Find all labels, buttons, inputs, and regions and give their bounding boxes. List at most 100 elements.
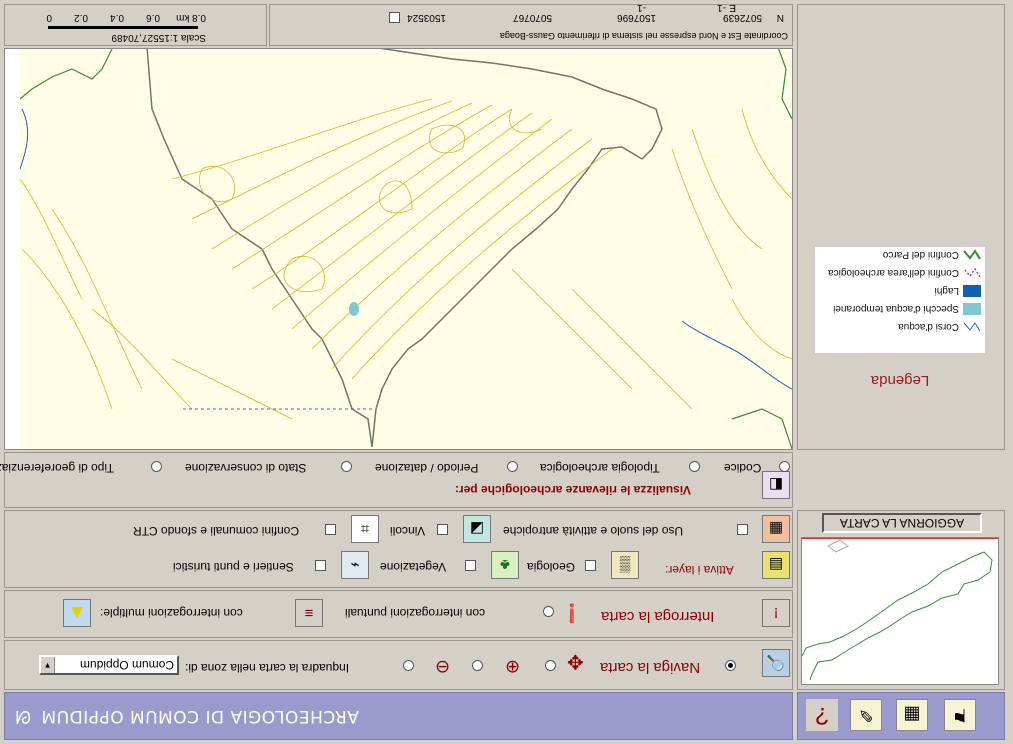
legend-label: Confini del Parco — [882, 249, 959, 261]
land-use-label: Uso del suolo e attività antropiche — [503, 524, 684, 538]
overview-map[interactable] — [801, 537, 999, 685]
option-periodo-radio[interactable] — [507, 461, 518, 472]
constraints-checkbox[interactable] — [437, 524, 448, 535]
option-tipologia-radio[interactable] — [689, 461, 700, 472]
zone-select[interactable]: Comum Oppidum ▼ — [39, 655, 179, 675]
legend-label: Laghi — [934, 285, 959, 297]
legend-label: Corsi d'acqua — [898, 321, 959, 333]
river-symbol-icon — [963, 322, 981, 332]
update-map-button[interactable]: AGGIORNA LA CARTA — [822, 513, 982, 533]
option-codice-label: Codice — [724, 461, 762, 475]
zone-select-value: Comum Oppidum — [79, 658, 174, 672]
navigate-icon: 🔍 — [762, 649, 790, 677]
geology-label: Geologia — [527, 560, 576, 574]
scale-tick-3: 0.6 — [146, 12, 160, 23]
pan-icon: ✥ — [567, 650, 584, 672]
frame-radio[interactable] — [403, 660, 414, 671]
option-periodo-label: Periodo / datazione — [375, 461, 479, 475]
visualize-panel: ◧ Visualizza le rilevanze archeologiche … — [0, 452, 793, 508]
coord-n-value: -1 — [637, 2, 646, 13]
query-icon: ! — [762, 599, 790, 627]
navigate-label: Naviga la carta — [600, 659, 701, 676]
multi-query-icon: ≡ — [295, 599, 323, 627]
multi-query-go-icon[interactable]: ▲ — [63, 599, 91, 627]
frame-label: Inquadra la carta nella zona di: — [185, 661, 350, 675]
land-use-icon: ▦ — [762, 515, 790, 543]
trails-icon: ⌁ — [341, 551, 369, 579]
legend-item: Confini dell'area archeologica — [828, 265, 981, 281]
scale-tick-1: 0.2 — [74, 12, 88, 23]
app-logo-icon: ᘛ — [15, 707, 31, 727]
geology-checkbox[interactable] — [585, 560, 596, 571]
option-georef-radio[interactable] — [151, 461, 162, 472]
coord-e-value: -1 — [717, 2, 726, 13]
measure-icon[interactable]: ✎ — [850, 699, 882, 731]
legend-label: Specchi d'acqua temporanei — [833, 303, 959, 315]
title-bar: ᘛ ARCHEOLOGIA DI COMUM OPPIDUM — [4, 692, 793, 740]
point-query-label: con interrogazioni puntuali — [345, 606, 486, 620]
scale-tick-0: 0 — [46, 12, 52, 23]
legend-title: Legenda — [870, 372, 930, 389]
zoom-in-radio[interactable] — [545, 660, 556, 671]
visualize-icon: ◧ — [762, 471, 790, 499]
archaeo-border-symbol-icon — [963, 267, 981, 278]
lake-symbol-icon — [963, 285, 981, 297]
chevron-down-icon[interactable]: ▼ — [41, 657, 55, 673]
point-query-radio[interactable] — [543, 606, 554, 617]
scale-label: Scala 1:15527,70489 — [111, 32, 206, 43]
coords-caption: Coordinate Est e Nord espresse nel siste… — [499, 31, 788, 41]
boundaries-label: Confini comunali e sfondo CTR — [133, 524, 300, 538]
zoom-out-radio[interactable] — [472, 660, 483, 671]
constraints-label: Vincoli — [390, 524, 426, 538]
constraints-icon: ◪ — [463, 515, 491, 543]
trails-checkbox[interactable] — [315, 560, 326, 571]
option-stato-label: Stato di conservazione — [185, 461, 307, 475]
coord-checkbox[interactable] — [389, 12, 400, 23]
query-title: Interroga la carta — [601, 608, 715, 625]
boundaries-icon: ⌗ — [351, 515, 379, 543]
layers-icon: ▤ — [762, 551, 790, 579]
temp-water-symbol-icon — [963, 303, 981, 315]
trails-label: Sentieri e punti turistici — [173, 560, 294, 574]
option-codice-radio[interactable] — [779, 461, 790, 472]
navigate-radio[interactable] — [725, 660, 736, 671]
scale-tick-4: 0.8 km — [175, 12, 206, 23]
activate-layers-label: Attiva i layer: — [665, 563, 734, 577]
coordinates-box: Coordinate Est e Nord espresse nel siste… — [269, 2, 793, 46]
main-map[interactable] — [4, 48, 793, 450]
option-stato-radio[interactable] — [341, 461, 352, 472]
point-query-icon: ❗ — [560, 603, 584, 624]
vegetation-icon: ♣ — [491, 551, 519, 579]
legend-item: Confini del Parco — [883, 247, 981, 263]
visualize-title: Visualizza le rilevanze archeologiche pe… — [455, 483, 691, 497]
geology-icon: ▒ — [611, 551, 639, 579]
legend-item: Laghi — [935, 283, 981, 299]
zoom-in-icon: ⊕ — [505, 657, 521, 677]
option-georef-label: Tipo di georeferenziazione — [0, 461, 114, 475]
land-use-checkbox[interactable] — [737, 524, 748, 535]
layers-panel: ▤ Attiva i layer: ▒ Geologia ♣ Vegetazio… — [4, 510, 793, 588]
query-panel: ! Interroga la carta ❗ con interrogazion… — [4, 590, 793, 638]
zoom-out-icon: ⊖ — [435, 657, 451, 677]
coord-e-label: E — [729, 2, 736, 13]
multi-query-label: con interrogazioni multiple: — [100, 606, 243, 620]
legend-box: Confini del Parco Confini dell'area arch… — [814, 246, 986, 354]
legend-item: Specchi d'acqua temporanei — [833, 301, 981, 317]
legend-panel: Legenda Confini del Parco Confini dell'a… — [797, 4, 1005, 450]
boundaries-checkbox[interactable] — [325, 524, 336, 535]
overview-panel: AGGIORNA LA CARTA — [797, 510, 1005, 690]
page-title: ARCHEOLOGIA DI COMUM OPPIDUM — [41, 706, 359, 726]
coord-north-label: N — [776, 12, 784, 23]
legend-item: Corsi d'acqua — [898, 319, 981, 335]
coord-value-4: 5072639 — [723, 12, 762, 23]
print-icon[interactable]: ⚑ — [944, 699, 976, 731]
coord-value-1: 1503524 — [407, 12, 446, 23]
option-tipologia-label: Tipologia archeologica — [540, 461, 660, 475]
coord-value-3: 1507696 — [617, 12, 656, 23]
tools-bar: ⚑ ▦ ✎ ? — [797, 692, 1005, 740]
navigation-panel: 🔍 Naviga la carta ✥ ⊕ ⊖ Inquadra la cart… — [4, 640, 793, 690]
layers-tool-icon[interactable]: ▦ — [896, 699, 928, 731]
scale-bar — [48, 26, 198, 29]
help-icon[interactable]: ? — [806, 699, 838, 731]
vegetation-checkbox[interactable] — [465, 560, 476, 571]
